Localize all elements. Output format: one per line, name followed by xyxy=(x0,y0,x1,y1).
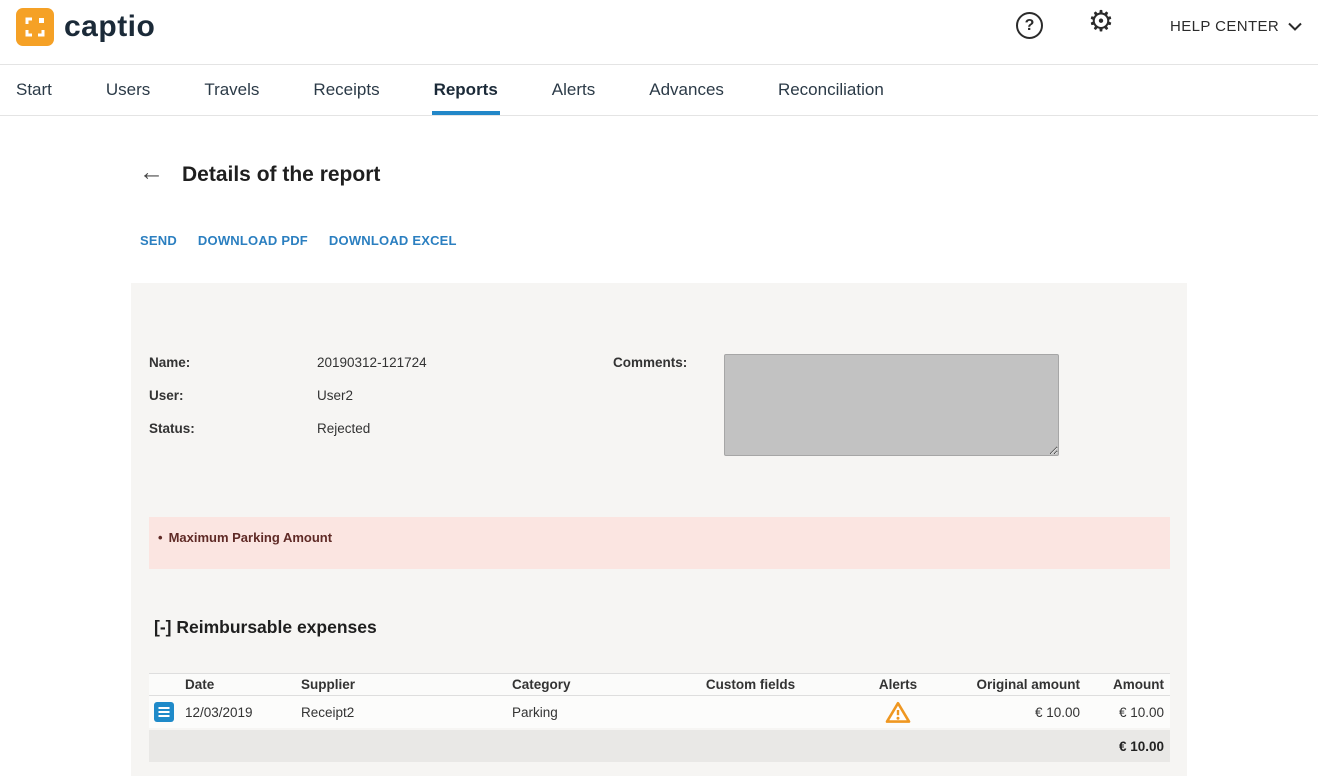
nav-item-travels[interactable]: Travels xyxy=(204,65,259,115)
nav-item-start[interactable]: Start xyxy=(16,65,52,115)
status-value: Rejected xyxy=(317,421,370,436)
reimbursable-expenses-title[interactable]: [-] Reimbursable expenses xyxy=(154,617,377,638)
name-value: 20190312-121724 xyxy=(317,355,427,370)
total-amount: € 10.00 xyxy=(1084,739,1170,754)
warning-icon[interactable] xyxy=(885,701,911,724)
col-header-amount: Amount xyxy=(1084,677,1170,692)
chevron-down-icon xyxy=(1288,22,1302,31)
expenses-table: Date Supplier Category Custom fields Ale… xyxy=(149,673,1170,762)
gear-icon[interactable]: ⚙ xyxy=(1088,8,1114,37)
comments-label: Comments: xyxy=(613,355,687,370)
help-center-label: HELP CENTER xyxy=(1170,18,1279,35)
col-header-supplier: Supplier xyxy=(301,677,512,692)
report-actions: SEND DOWNLOAD PDF DOWNLOAD EXCEL xyxy=(140,233,457,248)
back-button[interactable]: ← xyxy=(139,160,164,185)
table-row[interactable]: 12/03/2019 Receipt2 Parking € 10.00 € 10… xyxy=(149,696,1170,728)
gear-icon-glyph: ⚙ xyxy=(1088,6,1114,38)
captio-logo-icon xyxy=(16,8,54,46)
expenses-table-header: Date Supplier Category Custom fields Ale… xyxy=(149,673,1170,696)
help-icon-glyph: ? xyxy=(1025,17,1035,35)
nav-item-reconciliation[interactable]: Reconciliation xyxy=(778,65,884,115)
top-header: captio ? ⚙ HELP CENTER xyxy=(0,0,1318,64)
cell-alerts xyxy=(838,701,958,724)
main-nav: Start Users Travels Receipts Reports Ale… xyxy=(0,64,1318,116)
captio-logo-text: captio xyxy=(64,10,155,44)
captio-logo[interactable]: captio xyxy=(16,8,155,46)
name-label: Name: xyxy=(149,355,190,370)
receipt-icon[interactable] xyxy=(154,702,174,722)
user-label: User: xyxy=(149,388,184,403)
cell-supplier: Receipt2 xyxy=(301,705,512,720)
col-header-category: Category xyxy=(512,677,663,692)
report-detail-panel: Name: 20190312-121724 User: User2 Status… xyxy=(131,283,1187,776)
col-header-original-amount: Original amount xyxy=(958,677,1084,692)
col-header-date: Date xyxy=(185,677,301,692)
download-excel-button[interactable]: DOWNLOAD EXCEL xyxy=(329,233,457,248)
cell-amount: € 10.00 xyxy=(1084,705,1170,720)
alert-banner-text: Maximum Parking Amount xyxy=(169,530,332,545)
page-title: Details of the report xyxy=(182,163,380,187)
cell-original-amount: € 10.00 xyxy=(958,705,1084,720)
help-icon[interactable]: ? xyxy=(1016,12,1043,39)
user-value: User2 xyxy=(317,388,353,403)
nav-item-users[interactable]: Users xyxy=(106,65,150,115)
send-button[interactable]: SEND xyxy=(140,233,177,248)
help-center-menu[interactable]: HELP CENTER xyxy=(1170,0,1302,52)
download-pdf-button[interactable]: DOWNLOAD PDF xyxy=(198,233,308,248)
total-row: € 10.00 xyxy=(149,730,1170,762)
cell-category: Parking xyxy=(512,705,663,720)
col-header-alerts: Alerts xyxy=(838,677,958,692)
nav-item-advances[interactable]: Advances xyxy=(649,65,724,115)
nav-item-alerts[interactable]: Alerts xyxy=(552,65,595,115)
col-header-custom-fields: Custom fields xyxy=(663,677,838,692)
alert-banner: • Maximum Parking Amount xyxy=(149,517,1170,569)
cell-date: 12/03/2019 xyxy=(185,705,301,720)
nav-item-receipts[interactable]: Receipts xyxy=(313,65,379,115)
bullet-icon: • xyxy=(158,530,163,545)
status-label: Status: xyxy=(149,421,195,436)
comments-textarea[interactable] xyxy=(724,354,1059,456)
nav-item-reports[interactable]: Reports xyxy=(434,65,498,115)
